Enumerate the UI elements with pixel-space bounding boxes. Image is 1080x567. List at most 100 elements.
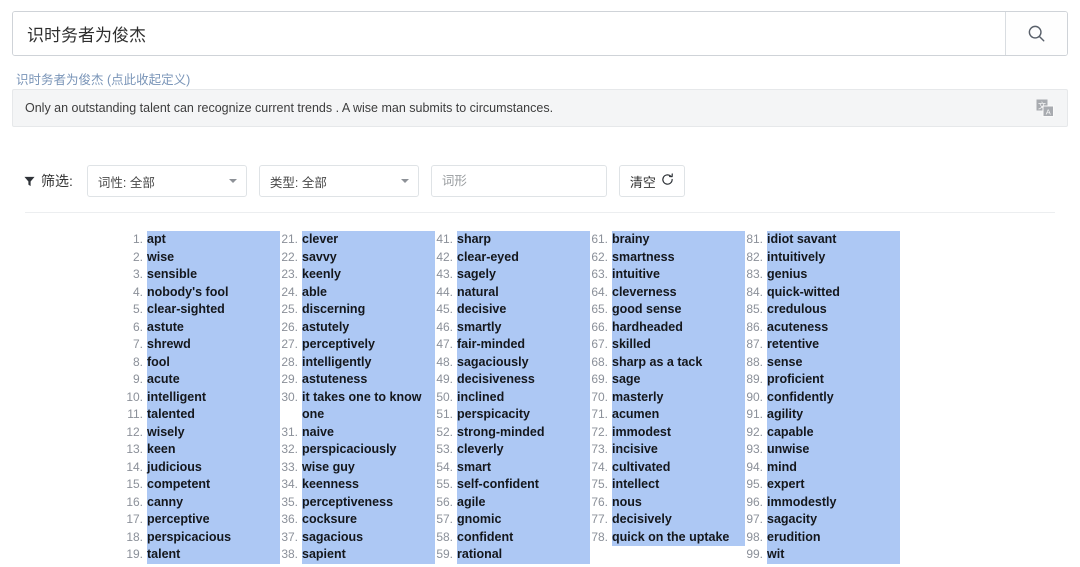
synonym-item[interactable]: 2. wise xyxy=(125,248,280,266)
synonym-item[interactable]: 87. retentive xyxy=(745,336,900,354)
synonym-word[interactable]: quick-witted xyxy=(767,283,900,301)
synonym-word[interactable]: keenly xyxy=(302,266,435,284)
synonym-item[interactable]: 96. immodestly xyxy=(745,493,900,511)
synonym-word[interactable]: cleverly xyxy=(457,441,590,459)
synonym-item[interactable]: 90. confidently xyxy=(745,388,900,406)
synonym-item[interactable]: 71. acumen xyxy=(590,406,745,424)
synonym-word[interactable]: immodestly xyxy=(767,493,900,511)
synonym-item[interactable]: 43. sagely xyxy=(435,266,590,284)
synonym-word[interactable]: immodest xyxy=(612,423,745,441)
synonym-item[interactable]: 50. inclined xyxy=(435,388,590,406)
synonym-word[interactable]: decisive xyxy=(457,301,590,319)
synonym-item[interactable]: 18. perspicacious xyxy=(125,528,280,546)
synonym-word[interactable]: gnomic xyxy=(457,511,590,529)
synonym-item[interactable]: 27. perceptively xyxy=(280,336,435,354)
synonym-word[interactable]: competent xyxy=(147,476,280,494)
synonym-item[interactable]: 47. fair-minded xyxy=(435,336,590,354)
synonym-item[interactable]: 59. rational xyxy=(435,546,590,564)
synonym-word[interactable]: clever xyxy=(302,231,435,249)
synonym-item[interactable]: 88. sense xyxy=(745,353,900,371)
synonym-word[interactable]: canny xyxy=(147,493,280,511)
synonym-word[interactable]: acute xyxy=(147,371,280,389)
synonym-item[interactable]: 29. astuteness xyxy=(280,371,435,389)
synonym-item[interactable]: 58. confident xyxy=(435,528,590,546)
synonym-word[interactable]: judicious xyxy=(147,458,280,476)
synonym-item[interactable]: 7. shrewd xyxy=(125,336,280,354)
synonym-item[interactable]: 33. wise guy xyxy=(280,458,435,476)
synonym-item[interactable]: 74. cultivated xyxy=(590,458,745,476)
search-input[interactable] xyxy=(13,12,1005,55)
synonym-item[interactable]: 5. clear-sighted xyxy=(125,301,280,319)
synonym-word[interactable]: apt xyxy=(147,231,280,249)
synonym-item[interactable]: 91. agility xyxy=(745,406,900,424)
synonym-item[interactable]: 12. wisely xyxy=(125,423,280,441)
synonym-item[interactable]: 34. keenness xyxy=(280,476,435,494)
synonym-word[interactable]: intuitively xyxy=(767,248,900,266)
synonym-word[interactable]: intuitive xyxy=(612,266,745,284)
synonym-item[interactable]: 66. hardheaded xyxy=(590,318,745,336)
synonym-word[interactable]: perspicacity xyxy=(457,406,590,424)
synonym-item[interactable]: 67. skilled xyxy=(590,336,745,354)
synonym-item[interactable]: 28. intelligently xyxy=(280,353,435,371)
synonym-word[interactable]: sage xyxy=(612,371,745,389)
synonym-item[interactable]: 98. erudition xyxy=(745,528,900,546)
synonym-word[interactable]: perspicacious xyxy=(147,528,280,546)
word-form-input[interactable] xyxy=(430,165,607,197)
synonym-item[interactable]: 48. sagaciously xyxy=(435,353,590,371)
synonym-word[interactable]: masterly xyxy=(612,388,745,406)
synonym-word[interactable]: perspicaciously xyxy=(302,441,435,459)
synonym-item[interactable]: 25. discerning xyxy=(280,301,435,319)
synonym-item[interactable]: 31. naive xyxy=(280,423,435,441)
synonym-word[interactable]: decisiveness xyxy=(457,371,590,389)
synonym-word[interactable]: sharp as a tack xyxy=(612,353,745,371)
search-button[interactable] xyxy=(1005,12,1067,55)
synonym-word[interactable]: agility xyxy=(767,406,900,424)
synonym-word[interactable]: confidently xyxy=(767,388,900,406)
synonym-item[interactable]: 82. intuitively xyxy=(745,248,900,266)
synonym-item[interactable]: 9. acute xyxy=(125,371,280,389)
synonym-word[interactable]: perceptiveness xyxy=(302,493,435,511)
synonym-item[interactable]: 89. proficient xyxy=(745,371,900,389)
synonym-item[interactable]: 45. decisive xyxy=(435,301,590,319)
synonym-item[interactable]: 99. wit xyxy=(745,546,900,564)
synonym-item[interactable]: 56. agile xyxy=(435,493,590,511)
synonym-word[interactable]: perceptive xyxy=(147,511,280,529)
synonym-word[interactable]: naive xyxy=(302,423,435,441)
synonym-word[interactable]: idiot savant xyxy=(767,231,900,249)
synonym-word[interactable]: clear-eyed xyxy=(457,248,590,266)
synonym-item[interactable]: 36. cocksure xyxy=(280,511,435,529)
synonym-item[interactable]: 35. perceptiveness xyxy=(280,493,435,511)
synonym-word[interactable]: strong-minded xyxy=(457,423,590,441)
synonym-word[interactable]: acuteness xyxy=(767,318,900,336)
synonym-item[interactable]: 84. quick-witted xyxy=(745,283,900,301)
synonym-word[interactable]: fool xyxy=(147,353,280,371)
synonym-word[interactable]: cleverness xyxy=(612,283,745,301)
synonym-item[interactable]: 14. judicious xyxy=(125,458,280,476)
synonym-item[interactable]: 97. sagacity xyxy=(745,511,900,529)
synonym-word[interactable]: keen xyxy=(147,441,280,459)
synonym-word[interactable]: confident xyxy=(457,528,590,546)
synonym-item[interactable]: 85. credulous xyxy=(745,301,900,319)
synonym-item[interactable]: 4. nobody's fool xyxy=(125,283,280,301)
synonym-item[interactable]: 46. smartly xyxy=(435,318,590,336)
synonym-item[interactable]: 64. cleverness xyxy=(590,283,745,301)
synonym-word[interactable]: smartness xyxy=(612,248,745,266)
synonym-word[interactable]: smart xyxy=(457,458,590,476)
synonym-word[interactable]: inclined xyxy=(457,388,590,406)
synonym-word[interactable]: sharp xyxy=(457,231,590,249)
synonym-item[interactable]: 69. sage xyxy=(590,371,745,389)
synonym-word[interactable]: wisely xyxy=(147,423,280,441)
synonym-item[interactable]: 57. gnomic xyxy=(435,511,590,529)
synonym-word[interactable]: self-confident xyxy=(457,476,590,494)
synonym-word[interactable]: perceptively xyxy=(302,336,435,354)
synonym-word[interactable]: erudition xyxy=(767,528,900,546)
synonym-item[interactable]: 26. astutely xyxy=(280,318,435,336)
synonym-word[interactable]: quick on the uptake xyxy=(612,528,745,546)
synonym-item[interactable]: 61. brainy xyxy=(590,231,745,249)
synonym-word[interactable]: cocksure xyxy=(302,511,435,529)
synonym-word[interactable]: skilled xyxy=(612,336,745,354)
synonym-item[interactable]: 38. sapient xyxy=(280,546,435,564)
synonym-item[interactable]: 49. decisiveness xyxy=(435,371,590,389)
synonym-item[interactable]: 70. masterly xyxy=(590,388,745,406)
synonym-word[interactable]: credulous xyxy=(767,301,900,319)
